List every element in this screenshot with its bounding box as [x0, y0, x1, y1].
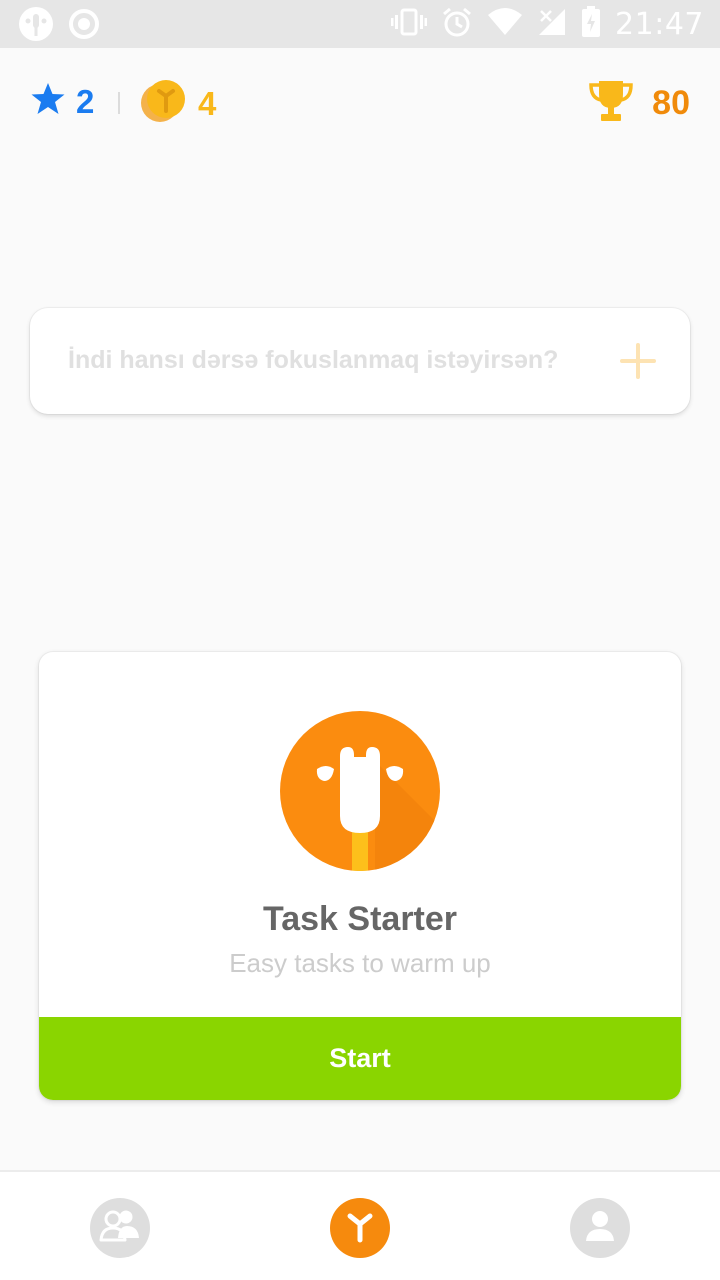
trophy-counter[interactable]: 80	[588, 78, 690, 129]
home-focus-icon	[342, 1208, 378, 1249]
task-starter-icon	[280, 711, 440, 871]
nav-home-button[interactable]	[330, 1198, 390, 1258]
nav-friends-button[interactable]	[90, 1198, 150, 1258]
coins-counter[interactable]: 4	[140, 78, 216, 129]
header-divider	[118, 92, 120, 114]
coins-count: 4	[198, 84, 217, 122]
signal-icon	[537, 7, 567, 42]
coin-icon	[140, 78, 188, 129]
friends-icon	[98, 1206, 142, 1251]
stars-counter[interactable]: 2	[30, 82, 94, 121]
add-plus-icon[interactable]	[619, 342, 657, 385]
trophy-count: 80	[652, 84, 690, 122]
nav-profile-button[interactable]	[570, 1198, 630, 1258]
stars-count: 2	[76, 82, 95, 120]
app-screen: 21:47 2 4 80 İndi hansı dərsə fokuslanma…	[0, 0, 720, 1280]
start-button[interactable]: Start	[39, 1017, 681, 1100]
wifi-icon	[487, 7, 523, 42]
status-time: 21:47	[615, 6, 704, 42]
app-notification-icon	[18, 6, 54, 47]
record-icon	[68, 8, 100, 45]
star-icon	[30, 82, 66, 121]
task-title: Task Starter	[262, 900, 458, 938]
task-subtitle: Easy tasks to warm up	[229, 948, 491, 978]
focus-subject-input[interactable]: İndi hansı dərsə fokuslanmaq istəyirsən?	[30, 308, 690, 414]
status-bar: 21:47	[0, 0, 720, 48]
bottom-navigation	[0, 1170, 720, 1280]
battery-charging-icon	[581, 5, 601, 43]
profile-icon	[584, 1209, 616, 1248]
task-starter-card: Task Starter Easy tasks to warm up Start	[39, 652, 681, 1100]
focus-input-placeholder: İndi hansı dərsə fokuslanmaq istəyirsən?	[68, 346, 559, 374]
alarm-icon	[441, 6, 473, 43]
top-header: 2 4 80	[0, 48, 720, 158]
vibrate-icon	[391, 7, 428, 42]
trophy-icon	[588, 78, 634, 129]
